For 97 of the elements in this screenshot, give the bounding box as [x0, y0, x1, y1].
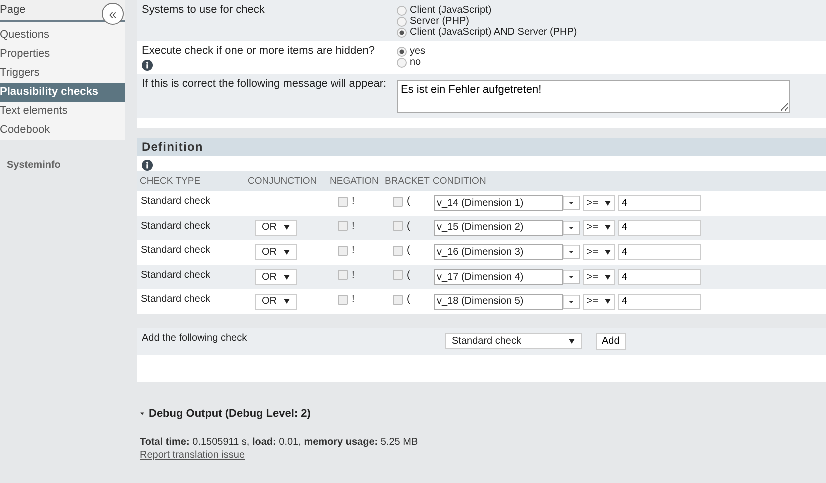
variable-select[interactable]: v_14 (Dimension 1)	[434, 195, 563, 212]
check-type: Standard check	[140, 220, 212, 232]
value-field[interactable]: 4	[618, 220, 701, 236]
operator-select[interactable]: >=	[583, 220, 615, 236]
debug-title[interactable]: Debug Output (Debug Level: 2)	[149, 408, 311, 420]
section-header: Definition	[137, 138, 826, 156]
bracket-checkbox[interactable]	[393, 196, 403, 206]
radio-label: no	[410, 57, 422, 68]
column-header: CONJUNCTION	[248, 176, 318, 186]
radio-button[interactable]	[397, 46, 407, 56]
bracket-checkbox[interactable]	[393, 270, 403, 280]
check-type: Standard check	[140, 195, 212, 207]
setting-label: If this is correct the following message will appear:	[142, 78, 387, 90]
caret-icon	[605, 250, 611, 255]
bracket-checkbox[interactable]	[393, 246, 403, 256]
debug-stats: Total time: 0.1505911 s, load: 0.01, memory usage: 5.25 MB	[140, 436, 420, 448]
dropdown-button[interactable]	[563, 269, 580, 286]
radio-button[interactable]	[397, 58, 407, 68]
conjunction-select[interactable]: OR	[255, 244, 297, 260]
sidebar-item[interactable]: Codebook	[0, 121, 125, 140]
info-icon[interactable]	[142, 60, 153, 71]
negation-symbol: !	[352, 245, 355, 256]
negation-checkbox[interactable]	[338, 294, 348, 305]
check-type: Standard check	[140, 293, 212, 306]
column-header: NEGATION	[330, 176, 380, 186]
add-button[interactable]: Add	[596, 332, 626, 350]
report-link[interactable]: Report translation issue	[140, 450, 246, 461]
bracket-symbol: (	[407, 196, 410, 207]
caret-icon	[605, 225, 611, 230]
sidebar-item[interactable]: Questions	[0, 26, 125, 45]
check-type-select[interactable]: Standard check	[445, 333, 582, 350]
radio-label: Client (JavaScript)	[410, 5, 492, 16]
value-field[interactable]: 4	[618, 294, 701, 310]
caret-icon	[605, 200, 611, 206]
bracket-checkbox[interactable]	[393, 221, 403, 232]
sidebar-title: Page	[0, 4, 26, 16]
collapse-button[interactable]: «	[102, 3, 124, 25]
column-header: CONDITION	[433, 176, 488, 186]
radio-button[interactable]	[397, 6, 407, 16]
setting-label: Systems to use for check	[142, 4, 265, 16]
operator-select[interactable]: >=	[583, 294, 615, 310]
negation-symbol: !	[352, 270, 355, 281]
sidebar-link[interactable]: Systeminfo	[7, 160, 125, 171]
radio-button[interactable]	[397, 28, 407, 38]
setting-label: Execute check if one or more items are hidden?	[142, 45, 375, 57]
radio-label: Client (JavaScript) AND Server (PHP)	[410, 27, 578, 38]
dropdown-button[interactable]	[563, 294, 580, 310]
check-type: Standard check	[140, 244, 212, 256]
bracket-checkbox[interactable]	[393, 294, 403, 305]
value-field[interactable]: 4	[618, 244, 701, 260]
conjunction-select[interactable]: OR	[255, 220, 297, 236]
negation-checkbox[interactable]	[338, 196, 348, 206]
sidebar-item[interactable]: Triggers	[0, 64, 125, 83]
column-header: BRACKET	[385, 176, 431, 186]
negation-checkbox[interactable]	[338, 270, 348, 280]
sidebar-item[interactable]: Properties	[0, 45, 125, 64]
caret-icon	[284, 225, 290, 230]
caret-icon	[605, 299, 611, 304]
radio-label: Server (PHP)	[410, 16, 470, 27]
column-header: CHECK TYPE	[140, 176, 202, 186]
conjunction-select[interactable]: OR	[255, 269, 297, 286]
message-field[interactable]: Es ist ein Fehler aufgetreten!	[397, 80, 790, 113]
dropdown-button[interactable]	[563, 220, 580, 236]
bracket-symbol: (	[407, 220, 410, 232]
caret-icon[interactable]	[140, 412, 145, 416]
value-field[interactable]: 4	[618, 195, 701, 212]
add-check-label: Add the following check	[142, 332, 248, 344]
value-field[interactable]: 4	[618, 269, 701, 286]
negation-symbol: !	[352, 294, 355, 306]
bracket-symbol: (	[407, 270, 410, 281]
variable-select[interactable]: v_18 (Dimension 5)	[434, 294, 563, 310]
caret-icon	[605, 274, 611, 280]
operator-select[interactable]: >=	[583, 195, 615, 212]
bracket-symbol: (	[407, 294, 410, 306]
caret-icon	[284, 299, 290, 304]
caret-icon	[569, 338, 575, 344]
sidebar-item[interactable]: Plausibility checks	[0, 83, 125, 102]
bracket-symbol: (	[407, 245, 410, 256]
variable-select[interactable]: v_17 (Dimension 4)	[434, 269, 563, 286]
radio-label: yes	[410, 46, 426, 57]
negation-symbol: !	[352, 220, 355, 232]
caret-icon	[284, 274, 290, 280]
negation-checkbox[interactable]	[338, 221, 348, 232]
check-type: Standard check	[140, 268, 212, 281]
conjunction-select[interactable]: OR	[255, 294, 297, 310]
caret-icon	[284, 250, 290, 255]
operator-select[interactable]: >=	[583, 244, 615, 260]
dropdown-button[interactable]	[563, 244, 580, 260]
negation-symbol: !	[352, 196, 355, 207]
negation-checkbox[interactable]	[338, 246, 348, 256]
variable-select[interactable]: v_16 (Dimension 3)	[434, 244, 563, 260]
sidebar-item[interactable]: Text elements	[0, 102, 125, 121]
variable-select[interactable]: v_15 (Dimension 2)	[434, 220, 563, 236]
radio-button[interactable]	[397, 16, 407, 26]
info-icon[interactable]	[142, 160, 153, 171]
operator-select[interactable]: >=	[583, 269, 615, 286]
dropdown-button[interactable]	[563, 195, 580, 212]
